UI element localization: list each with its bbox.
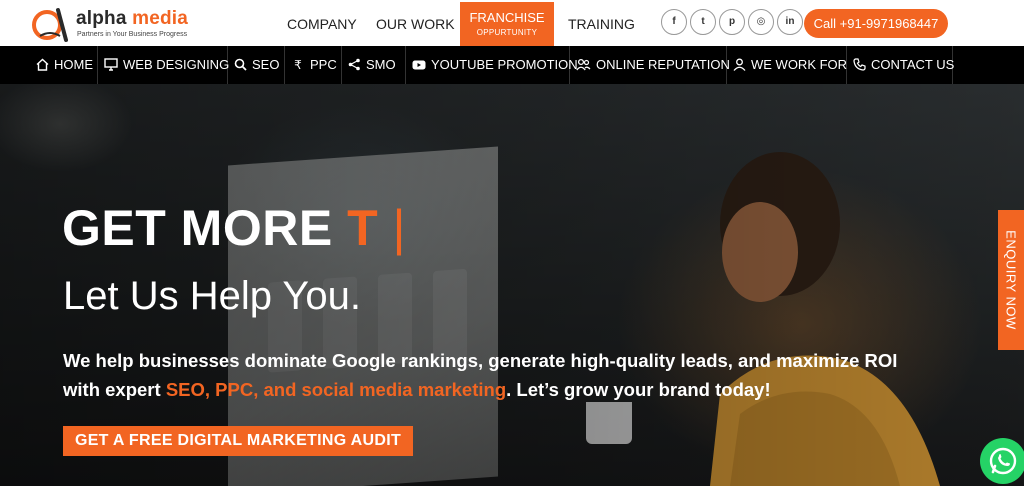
nav-smo-label: SMO — [366, 57, 396, 72]
typing-cursor: | — [378, 200, 407, 256]
nav-we-work-for[interactable]: WE WORK FOR — [727, 46, 847, 84]
youtube-icon — [412, 60, 426, 70]
nav-web-designing[interactable]: WEB DESIGNING — [98, 46, 230, 84]
brand-logo[interactable]: alpha media Partners in Your Business Pr… — [30, 6, 200, 42]
nav-home-label: HOME — [54, 57, 93, 72]
home-icon — [36, 58, 49, 71]
hero-description-highlight: SEO, PPC, and social media marketing — [165, 379, 507, 400]
hero-section: GET MORE T | Let Us Help You. We help bu… — [0, 84, 1024, 486]
nav-contact-label: CONTACT US — [871, 57, 955, 72]
nav-training[interactable]: TRAINING — [568, 16, 635, 32]
instagram-icon[interactable]: ◎ — [748, 9, 774, 35]
franchise-sublabel: OPPURTUNITY — [476, 28, 538, 37]
users-icon — [576, 58, 591, 71]
brand-tagline: Partners in Your Business Progress — [77, 31, 188, 38]
search-icon — [234, 58, 247, 71]
nav-web-designing-label: WEB DESIGNING — [123, 57, 230, 72]
nav-reputation-label: ONLINE REPUTATION — [596, 57, 730, 72]
phone-icon — [853, 58, 866, 71]
free-audit-button[interactable]: GET A FREE DIGITAL MARKETING AUDIT — [63, 426, 413, 456]
nav-we-work-for-label: WE WORK FOR — [751, 57, 848, 72]
nav-ppc[interactable]: ₹ PPC — [285, 46, 342, 84]
whatsapp-button[interactable] — [980, 438, 1024, 484]
main-navbar: HOME WEB DESIGNING SEO ₹ PPC SMO YOUTUBE … — [0, 46, 1024, 84]
share-icon — [348, 58, 360, 71]
nav-home[interactable]: HOME — [30, 46, 98, 84]
facebook-icon[interactable]: f — [661, 9, 687, 35]
nav-smo[interactable]: SMO — [342, 46, 406, 84]
nav-seo[interactable]: SEO — [228, 46, 285, 84]
franchise-label: FRANCHISE — [469, 10, 545, 25]
twitter-icon[interactable]: t — [690, 9, 716, 35]
monitor-icon — [104, 58, 118, 71]
nav-seo-label: SEO — [252, 57, 280, 72]
nav-youtube-label: YOUTUBE PROMOTION — [431, 57, 578, 72]
nav-online-reputation[interactable]: ONLINE REPUTATION — [570, 46, 730, 84]
nav-ppc-label: PPC — [310, 57, 337, 72]
nav-franchise[interactable]: FRANCHISE OPPURTUNITY — [460, 2, 554, 46]
nav-youtube-promotion[interactable]: YOUTUBE PROMOTION — [406, 46, 578, 84]
nav-contact-us[interactable]: CONTACT US — [847, 46, 955, 84]
headline-static: GET MORE — [62, 200, 348, 256]
hero-subheading: Let Us Help You. — [63, 274, 361, 318]
nav-company[interactable]: COMPANY — [287, 16, 357, 32]
user-icon — [733, 58, 746, 71]
rupee-icon: ₹ — [294, 58, 302, 72]
enquiry-now-tab[interactable]: ENQUIRY NOW — [998, 210, 1024, 350]
hero-headline: GET MORE T | — [62, 199, 406, 257]
pinterest-icon[interactable]: p — [719, 9, 745, 35]
call-button[interactable]: Call +91-9971968447 — [804, 9, 948, 38]
nav-our-work[interactable]: OUR WORK — [376, 16, 455, 32]
whatsapp-icon — [989, 447, 1017, 475]
headline-typed: T — [347, 200, 379, 256]
enquiry-now-label: ENQUIRY NOW — [1003, 230, 1019, 330]
top-header: alpha media Partners in Your Business Pr… — [0, 0, 1024, 46]
brand-name: alpha media — [76, 8, 189, 29]
hero-description: We help businesses dominate Google ranki… — [63, 350, 898, 400]
alpha-logo-icon — [32, 8, 68, 42]
linkedin-icon[interactable]: in — [777, 9, 803, 35]
